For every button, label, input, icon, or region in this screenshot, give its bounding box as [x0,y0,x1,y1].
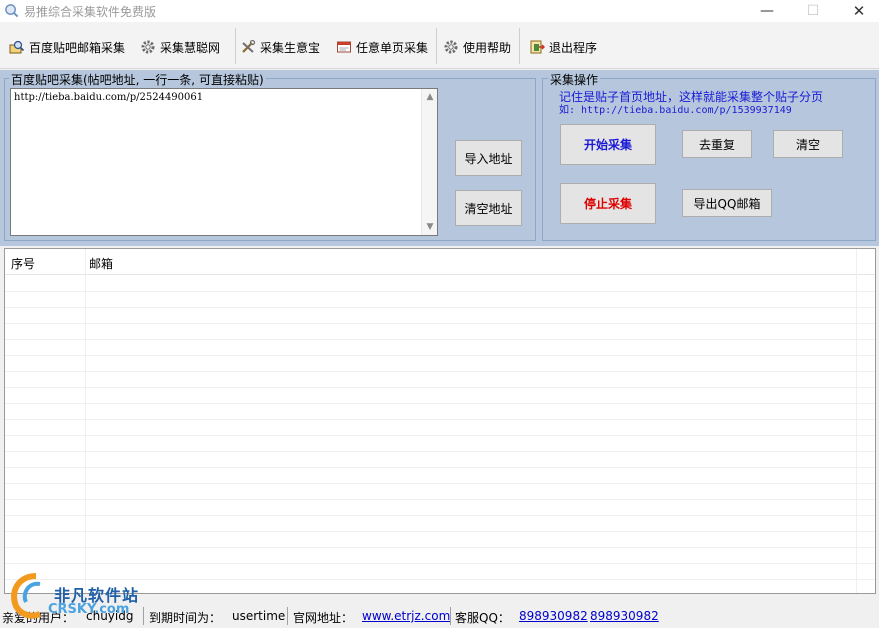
page-icon [337,41,351,53]
exit-icon [530,40,545,54]
status-site-link[interactable]: www.etrjz.com [362,609,450,623]
toolbar-exit[interactable]: 退出程序 [529,37,597,57]
toolbar: 百度贴吧邮箱采集 采集慧聪网 采集生意宝 任意单页采集 使用帮助 退出程序 [0,22,879,69]
toolbar-tieba-email-collect[interactable]: 百度贴吧邮箱采集 [9,37,125,57]
results-table[interactable]: 序号 邮箱 [4,248,876,594]
status-site-label: 官网地址： [293,611,354,625]
status-separator [450,607,451,625]
watermark: 非凡软件站 CRSKY.com [6,570,156,620]
row-divider [5,403,875,404]
maximize-button[interactable]: ☐ [790,0,836,22]
import-urls-button[interactable]: 导入地址 [455,140,522,176]
app-icon [5,4,19,18]
close-button[interactable]: ✕ [836,0,879,22]
title-bar: 易推综合采集软件免费版 — ☐ ✕ [0,0,879,22]
collect-group-legend: 采集操作 [548,71,601,88]
window-title: 易推综合采集软件免费版 [24,5,157,19]
column-header-email[interactable]: 邮箱 [89,255,113,272]
start-collect-button[interactable]: 开始采集 [560,124,656,165]
column-divider [856,249,857,593]
status-qq-label: 客服QQ： [455,611,510,625]
tools-icon [242,39,256,53]
hint-line-1: 记住是贴子首页地址，这样就能采集整个贴子分页 [559,90,824,104]
toolbar-label: 使用帮助 [463,40,512,55]
scroll-down-icon[interactable]: ▼ [422,219,438,235]
column-header-index[interactable]: 序号 [11,255,35,272]
clear-button[interactable]: 清空 [773,130,843,158]
toolbar-hc360-collect[interactable]: 采集慧聪网 [140,37,220,57]
toolbar-label: 采集生意宝 [260,40,321,55]
watermark-sub: CRSKY.com [48,602,130,617]
url-text: http://tieba.baidu.com/p/2524490061 [14,92,204,103]
toolbar-separator [436,28,437,64]
row-divider [5,419,875,420]
table-header: 序号 邮箱 [5,249,875,275]
row-divider [5,483,875,484]
hint-text: 记住是贴子首页地址，这样就能采集整个贴子分页 如: http://tieba.b… [559,91,823,117]
watermark-logo-icon [11,573,42,619]
toolbar-label: 百度贴吧邮箱采集 [29,40,126,55]
dedupe-button[interactable]: 去重复 [682,130,752,158]
row-divider [5,499,875,500]
vertical-scrollbar[interactable]: ▲ ▼ [421,89,437,235]
toolbar-toocle-collect[interactable]: 采集生意宝 [240,37,320,57]
gear-icon [141,40,155,54]
row-divider [5,339,875,340]
row-divider [5,387,875,388]
url-textarea[interactable]: http://tieba.baidu.com/p/2524490061 ▲ ▼ [10,88,438,236]
stop-collect-button[interactable]: 停止采集 [560,183,656,224]
row-divider [5,547,875,548]
row-divider [5,371,875,372]
row-divider [5,291,875,292]
status-separator [287,607,288,625]
status-qq-link-1[interactable]: 898930982 [519,609,588,623]
toolbar-help[interactable]: 使用帮助 [443,37,511,57]
hint-line-2: 如: http://tieba.baidu.com/p/1539937149 [559,105,792,116]
toolbar-label: 采集慧聪网 [160,40,221,55]
row-divider [5,323,875,324]
toolbar-label: 任意单页采集 [356,40,429,55]
status-qq-link-2[interactable]: 898930982 [590,609,659,623]
status-expire-value: usertime [232,609,286,623]
clear-urls-button[interactable]: 清空地址 [455,190,522,226]
row-divider [5,307,875,308]
column-divider [85,249,86,593]
row-divider [5,563,875,564]
toolbar-separator [235,28,236,64]
toolbar-label: 退出程序 [549,40,598,55]
toolbar-single-page-collect[interactable]: 任意单页采集 [336,37,428,57]
tieba-group-legend: 百度贴吧采集(帖吧地址, 一行一条, 可直接粘贴) [9,71,266,88]
magnifier-icon [9,40,25,54]
row-divider [5,467,875,468]
gear-icon [444,40,458,54]
row-divider [5,451,875,452]
row-divider [5,435,875,436]
minimize-button[interactable]: — [744,0,790,22]
row-divider [5,531,875,532]
toolbar-separator [519,28,520,64]
scroll-up-icon[interactable]: ▲ [422,89,438,105]
status-expire-label: 到期时间为： [149,611,222,625]
export-qq-email-button[interactable]: 导出QQ邮箱 [682,189,772,217]
row-divider [5,515,875,516]
row-divider [5,355,875,356]
